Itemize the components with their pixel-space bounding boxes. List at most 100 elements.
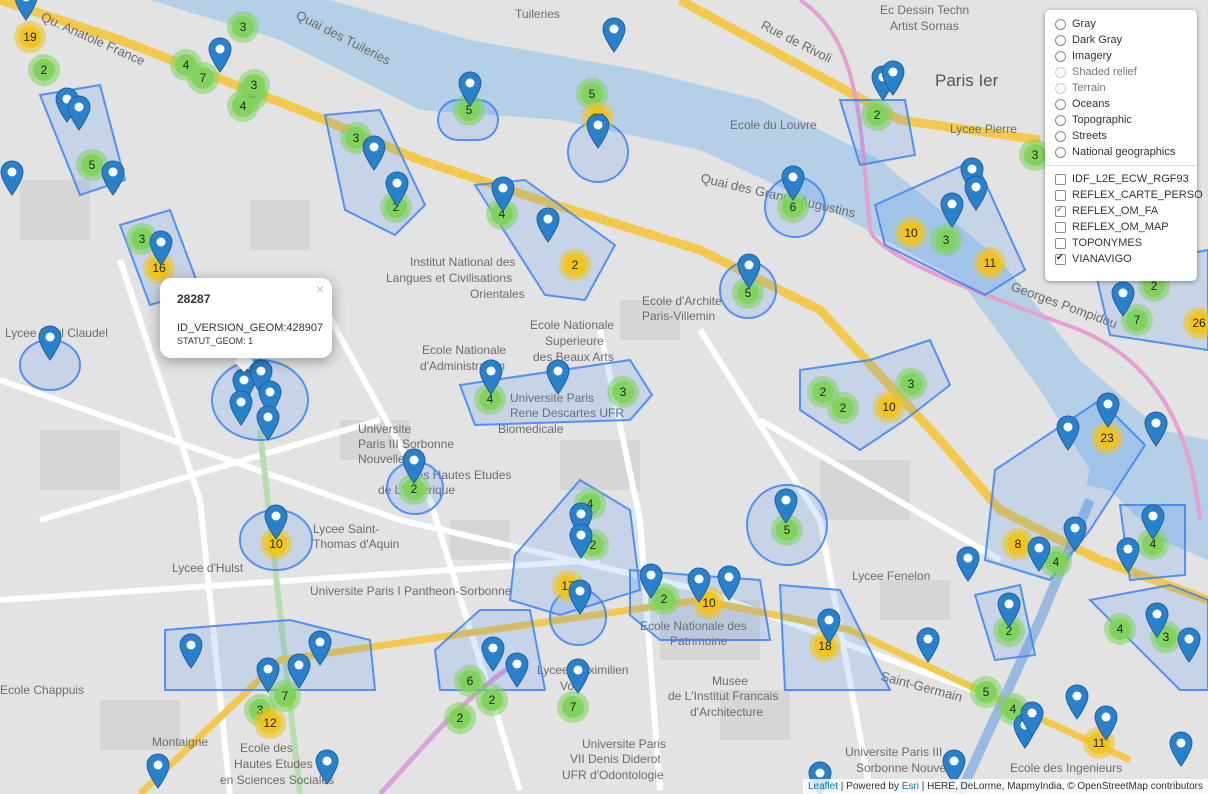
base-layer-label: Gray [1072,18,1096,30]
location-marker-icon[interactable] [385,171,409,207]
location-marker-icon[interactable] [1027,536,1051,572]
location-marker-icon[interactable] [101,160,125,196]
location-marker-icon[interactable] [568,579,592,615]
location-marker-icon[interactable] [481,636,505,672]
map-canvas[interactable]: Quai des Tuileries Qu. Anatole France Ru… [0,0,1208,794]
checkbox-icon[interactable] [1055,237,1066,249]
overlay-idf-l2e-ecw-rgf93[interactable]: IDF_L2E_ECW_RGF93 [1055,171,1189,187]
location-marker-icon[interactable] [1116,537,1140,573]
location-marker-icon[interactable] [1096,392,1120,428]
location-marker-icon[interactable] [687,567,711,603]
popup-title: 28287 [177,292,211,306]
base-layer-topographic[interactable]: Topographic [1055,112,1189,128]
radio-icon[interactable] [1055,146,1066,158]
location-marker-icon[interactable] [315,749,339,785]
location-marker-icon[interactable] [1177,627,1201,663]
location-marker-icon[interactable] [1094,705,1118,741]
location-marker-icon[interactable] [229,390,253,426]
location-marker-icon[interactable] [256,657,280,693]
location-marker-icon[interactable] [362,135,386,171]
overlay-reflex-om-map[interactable]: REFLEX_OM_MAP [1055,219,1189,235]
base-layer-label: Shaded relief [1072,66,1137,78]
overlay-label: VIANAVIGO [1072,253,1132,265]
location-marker-icon[interactable] [602,17,626,53]
base-layer-label: Oceans [1072,98,1110,110]
location-marker-icon[interactable] [149,230,173,266]
location-marker-icon[interactable] [546,359,570,395]
radio-icon[interactable] [1055,114,1066,126]
location-marker-icon[interactable] [781,165,805,201]
location-marker-icon[interactable] [179,633,203,669]
esri-link[interactable]: Esri [902,781,919,792]
location-marker-icon[interactable] [308,630,332,666]
checkbox-icon[interactable] [1055,189,1066,201]
overlay-vianavigo[interactable]: VIANAVIGO [1055,251,1189,267]
base-layer-imagery[interactable]: Imagery [1055,48,1189,64]
location-marker-icon[interactable] [586,113,610,149]
location-marker-icon[interactable] [402,448,426,484]
radio-icon[interactable] [1055,18,1066,30]
location-marker-icon[interactable] [14,0,38,21]
base-layer-oceans[interactable]: Oceans [1055,96,1189,112]
map-markers[interactable] [0,0,1208,794]
radio-icon[interactable] [1055,130,1066,142]
checkbox-icon[interactable] [1055,204,1066,217]
base-layer-national-geographics[interactable]: National geographics [1055,144,1189,160]
location-marker-icon[interactable] [1065,684,1089,720]
radio-icon[interactable] [1055,50,1066,62]
base-layer-label: Streets [1072,130,1107,142]
checkbox-icon[interactable] [1055,173,1066,185]
checkbox-icon[interactable] [1055,252,1066,265]
base-layer-gray[interactable]: Gray [1055,16,1189,32]
location-marker-icon[interactable] [536,207,560,243]
popup-close-button[interactable]: × [316,281,324,297]
location-marker-icon[interactable] [737,253,761,289]
radio-icon[interactable] [1055,34,1066,46]
overlay-reflex-om-fa[interactable]: REFLEX_OM_FA [1055,203,1189,219]
location-marker-icon[interactable] [1141,504,1165,540]
location-marker-icon[interactable] [479,359,503,395]
leaflet-link[interactable]: Leaflet [808,781,838,792]
map-attribution: Leaflet | Powered by Esri | HERE, DeLorm… [803,779,1208,794]
base-layer-dark-gray[interactable]: Dark Gray [1055,32,1189,48]
overlay-reflex-carte-perso[interactable]: REFLEX_CARTE_PERSO [1055,187,1203,203]
location-marker-icon[interactable] [1056,415,1080,451]
location-marker-icon[interactable] [256,405,280,441]
base-layer-label: Terrain [1072,82,1106,94]
location-marker-icon[interactable] [566,658,590,694]
location-marker-icon[interactable] [940,192,964,228]
base-layer-streets[interactable]: Streets [1055,128,1189,144]
popup-statut-geom: STATUT_GEOM: 1 [177,336,254,346]
location-marker-icon[interactable] [491,176,515,212]
layer-control-separator [1045,165,1197,166]
location-marker-icon[interactable] [146,753,170,789]
base-layer-label: Dark Gray [1072,34,1123,46]
location-marker-icon[interactable] [639,563,663,599]
location-marker-icon[interactable] [67,95,91,131]
location-marker-icon[interactable] [264,504,288,540]
base-layer-label: Topographic [1072,114,1132,126]
popup-id-version-geom: ID_VERSION_GEOM:428907 [177,322,324,334]
overlay-toponymes[interactable]: TOPONYMES [1055,235,1189,251]
location-marker-icon[interactable] [38,325,62,361]
location-marker-icon[interactable] [717,565,741,601]
location-marker-icon[interactable] [1063,516,1087,552]
radio-icon[interactable] [1055,98,1066,110]
location-marker-icon[interactable] [774,488,798,524]
location-marker-icon[interactable] [287,653,311,689]
location-marker-icon[interactable] [569,523,593,559]
location-marker-icon[interactable] [956,546,980,582]
location-marker-icon[interactable] [1144,411,1168,447]
location-marker-icon[interactable] [505,652,529,688]
location-marker-icon[interactable] [916,627,940,663]
location-marker-icon[interactable] [1169,731,1193,767]
location-marker-icon[interactable] [1111,281,1135,317]
location-marker-icon[interactable] [964,175,988,211]
checkbox-icon[interactable] [1055,221,1066,233]
location-marker-icon[interactable] [208,37,232,73]
location-marker-icon[interactable] [0,160,24,196]
location-marker-icon[interactable] [1145,602,1169,638]
location-marker-icon[interactable] [458,71,482,107]
location-marker-icon[interactable] [817,608,841,644]
location-marker-icon[interactable] [997,592,1021,628]
